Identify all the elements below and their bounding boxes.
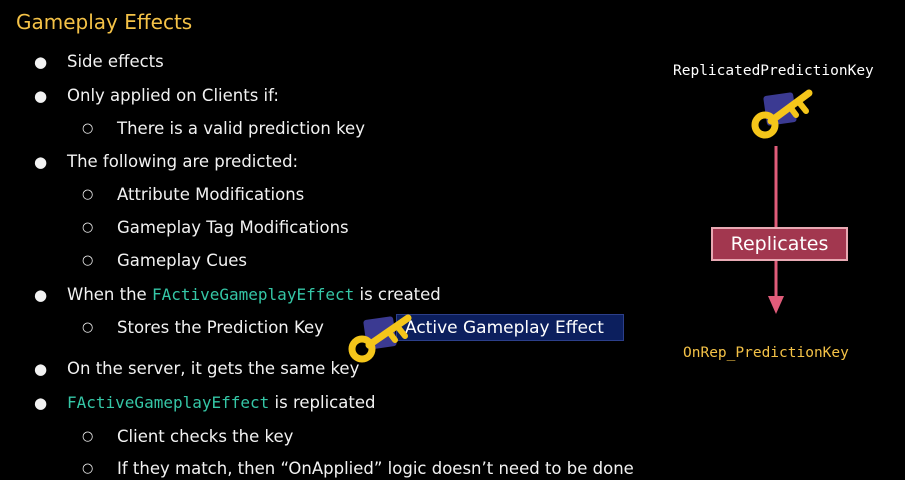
key-icon [751, 89, 813, 139]
onrep-prediction-key-label: OnRep_PredictionKey [683, 345, 849, 361]
replicates-label: Replicates [711, 227, 848, 261]
key-icon [348, 314, 412, 363]
replicated-prediction-key-label: ReplicatedPredictionKey [673, 63, 874, 79]
